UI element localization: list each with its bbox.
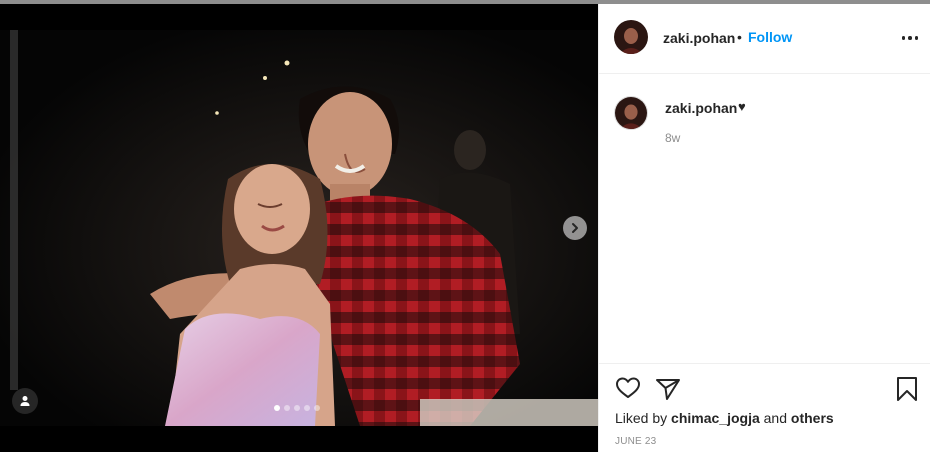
like-button[interactable]	[615, 376, 641, 405]
avatar-image	[614, 20, 648, 54]
avatar-image	[615, 97, 647, 129]
caption-avatar[interactable]	[614, 96, 648, 130]
more-options-icon	[901, 36, 906, 40]
post-header: zaki.pohan • Follow	[599, 4, 930, 74]
carousel-dot	[284, 405, 290, 411]
carousel-dot	[294, 405, 300, 411]
liked-by-others-link[interactable]: others	[791, 410, 834, 426]
post-photo	[0, 4, 598, 452]
caption-timestamp[interactable]: 8w	[665, 131, 680, 145]
carousel-indicator	[274, 405, 320, 411]
post-date[interactable]: JUNE 23	[615, 436, 656, 447]
liked-by-and: and	[763, 410, 787, 426]
liked-by-label: Liked by	[615, 410, 668, 426]
bookmark-icon	[897, 377, 917, 401]
carousel-dot	[314, 405, 320, 411]
user-tag-icon	[20, 396, 30, 406]
caption-username[interactable]: zaki.pohan	[665, 100, 737, 116]
post-actions: Liked by chimac_jogja and others JUNE 23	[599, 363, 930, 452]
share-button[interactable]	[655, 377, 681, 406]
separator-dot: •	[737, 29, 742, 45]
more-options-button[interactable]	[899, 30, 921, 46]
caption-text: ♥	[738, 99, 746, 114]
next-slide-button[interactable]	[563, 216, 587, 240]
post-media[interactable]	[0, 4, 598, 452]
carousel-dot	[304, 405, 310, 411]
likes-summary: Liked by chimac_jogja and others	[615, 410, 834, 426]
avatar[interactable]	[614, 20, 648, 54]
follow-button[interactable]: Follow	[748, 29, 792, 45]
header-username[interactable]: zaki.pohan	[663, 30, 735, 46]
heart-outline-icon	[616, 377, 640, 398]
post-details-panel: zaki.pohan • Follow zaki.pohan ♥ 8w Like…	[598, 4, 930, 452]
liked-by-user-link[interactable]: chimac_jogja	[671, 410, 760, 426]
tagged-users-button[interactable]	[12, 388, 38, 414]
paper-plane-icon	[656, 379, 680, 400]
carousel-dot	[274, 405, 280, 411]
save-button[interactable]	[896, 376, 918, 407]
chevron-right-icon	[572, 223, 578, 233]
